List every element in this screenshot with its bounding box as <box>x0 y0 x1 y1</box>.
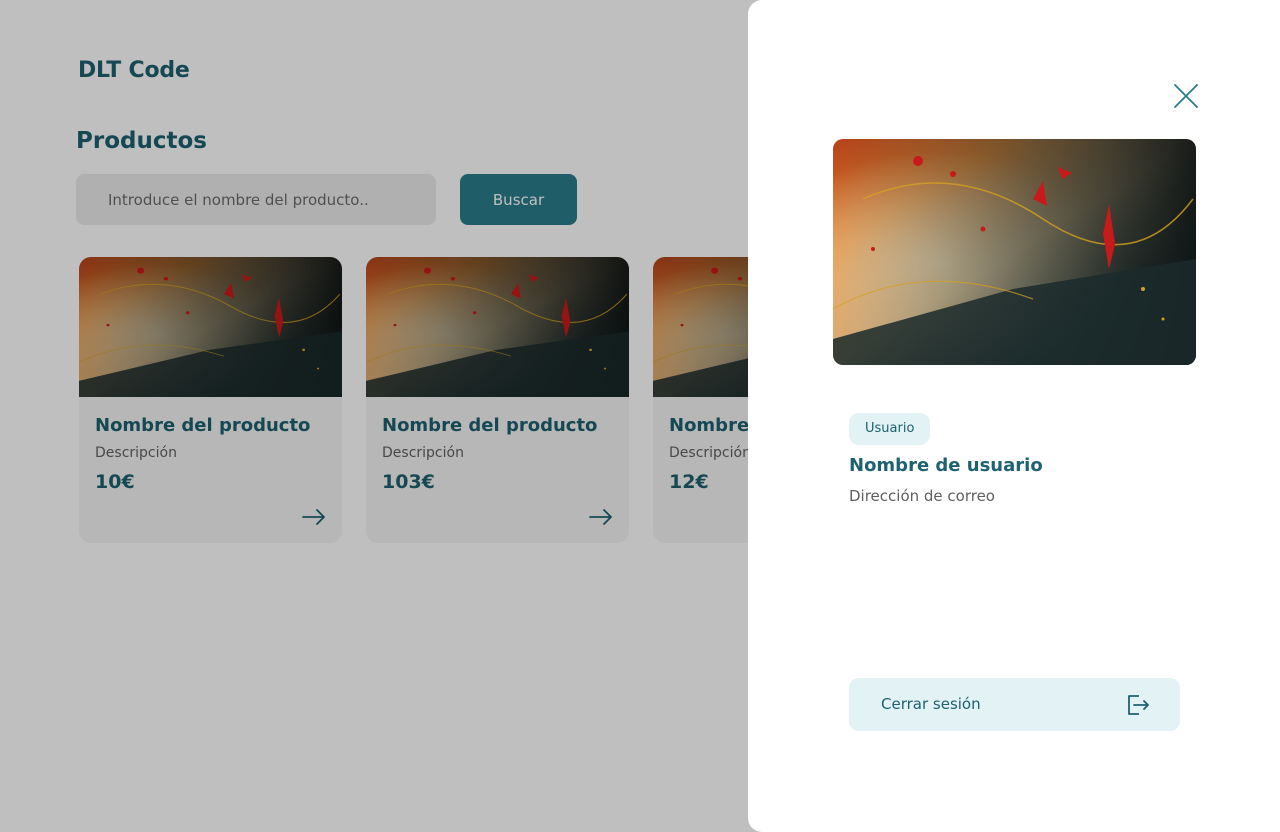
logout-icon <box>1128 695 1149 715</box>
close-icon[interactable] <box>1174 84 1198 108</box>
role-badge: Usuario <box>849 413 931 445</box>
user-drawer: Usuario Nombre de usuario Dirección de c… <box>748 0 1280 832</box>
logout-button[interactable]: Cerrar sesión <box>849 678 1180 731</box>
user-cover-image <box>833 139 1196 365</box>
user-name: Nombre de usuario <box>849 455 1043 476</box>
user-email: Dirección de correo <box>849 487 995 505</box>
logout-label: Cerrar sesión <box>881 695 981 713</box>
